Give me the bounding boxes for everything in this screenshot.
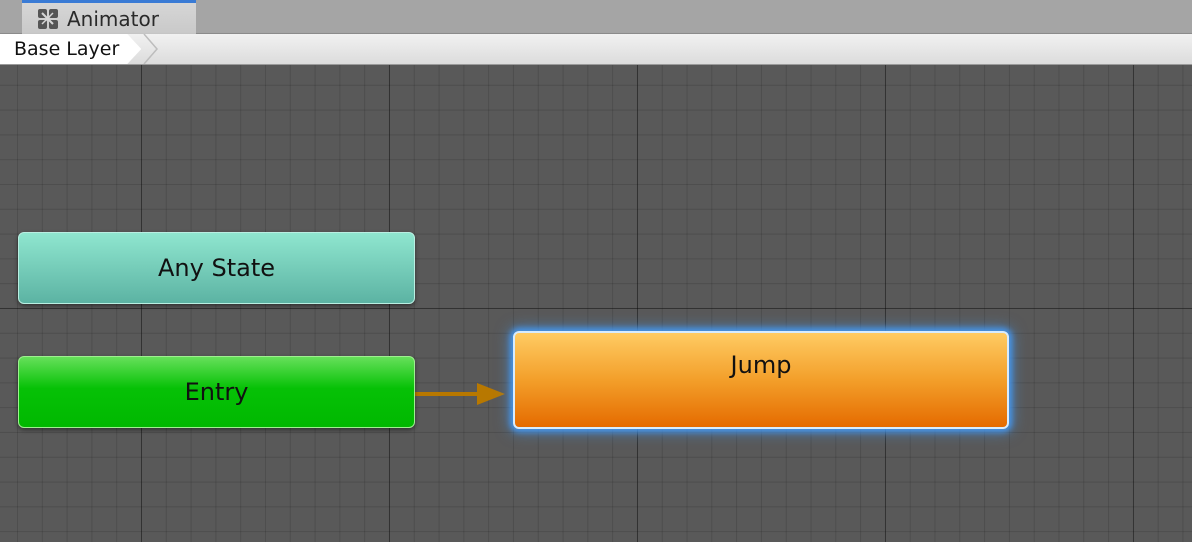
state-label: Any State xyxy=(158,254,275,282)
tab-animator-label: Animator xyxy=(67,6,159,31)
tab-animator[interactable]: Animator xyxy=(22,0,196,34)
breadcrumb-item-base-layer[interactable]: Base Layer xyxy=(0,34,141,64)
state-entry[interactable]: Entry xyxy=(18,356,415,428)
animator-icon xyxy=(36,8,60,30)
breadcrumb: Base Layer xyxy=(0,34,1192,65)
state-any-state[interactable]: Any State xyxy=(18,232,415,304)
state-jump[interactable]: Jump xyxy=(513,331,1009,429)
window-tab-strip: Animator xyxy=(0,0,1192,34)
breadcrumb-separator-icon xyxy=(143,34,158,64)
state-label: Jump xyxy=(730,351,792,379)
state-label: Entry xyxy=(184,378,249,406)
breadcrumb-item-label: Base Layer xyxy=(14,38,120,60)
